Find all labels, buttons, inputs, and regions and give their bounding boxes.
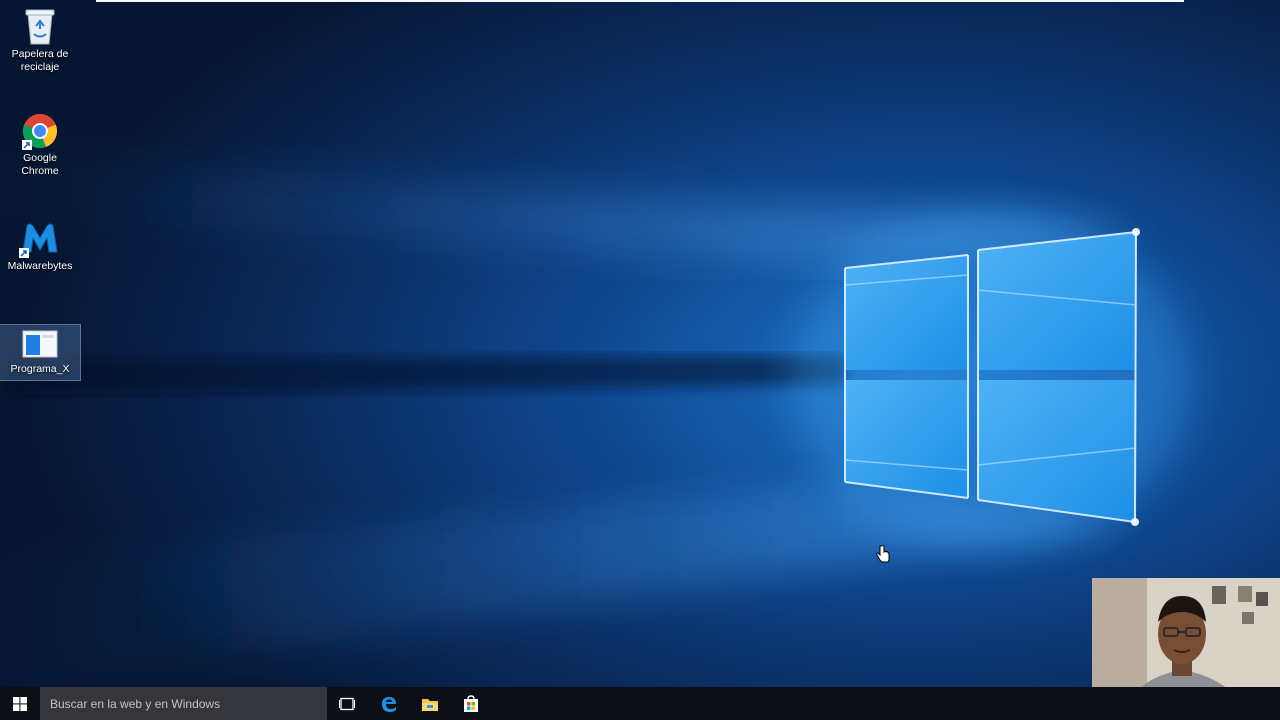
windows-start-icon bbox=[13, 696, 27, 711]
task-view-icon bbox=[339, 697, 355, 710]
desktop-icon-malwarebytes[interactable]: Malwarebytes bbox=[0, 218, 80, 276]
desktop-wallpaper bbox=[0, 0, 1280, 720]
desktop-icon-label: Programa_X bbox=[10, 363, 70, 375]
desktop-icon-label: Google Chrome bbox=[21, 152, 59, 177]
task-view-button[interactable] bbox=[327, 687, 367, 720]
file-explorer-button[interactable] bbox=[410, 687, 450, 720]
desktop-icon-programa-x[interactable]: Programa_X bbox=[0, 324, 81, 381]
recycle-bin-icon bbox=[25, 9, 55, 45]
malwarebytes-icon bbox=[19, 223, 58, 258]
taskbar-search-box[interactable] bbox=[40, 687, 327, 720]
start-button[interactable] bbox=[0, 687, 40, 720]
desktop-icon-google-chrome[interactable]: Google Chrome bbox=[0, 112, 80, 177]
store-icon bbox=[464, 694, 478, 712]
edge-icon bbox=[382, 696, 396, 712]
chrome-icon bbox=[22, 114, 58, 150]
desktop-icon-label: Malwarebytes bbox=[7, 260, 73, 272]
store-button[interactable] bbox=[451, 687, 491, 720]
taskbar bbox=[0, 687, 1280, 720]
hand-cursor-icon bbox=[876, 545, 890, 563]
file-explorer-icon bbox=[422, 698, 438, 711]
desktop-icon-recycle-bin[interactable]: Papelera de reciclaje bbox=[0, 4, 80, 76]
desktop-icon-label: Papelera de reciclaje bbox=[11, 48, 69, 73]
edge-button[interactable] bbox=[369, 687, 409, 720]
search-input[interactable] bbox=[40, 687, 327, 720]
program-window-icon bbox=[22, 330, 58, 358]
top-edge-line bbox=[96, 0, 1184, 2]
